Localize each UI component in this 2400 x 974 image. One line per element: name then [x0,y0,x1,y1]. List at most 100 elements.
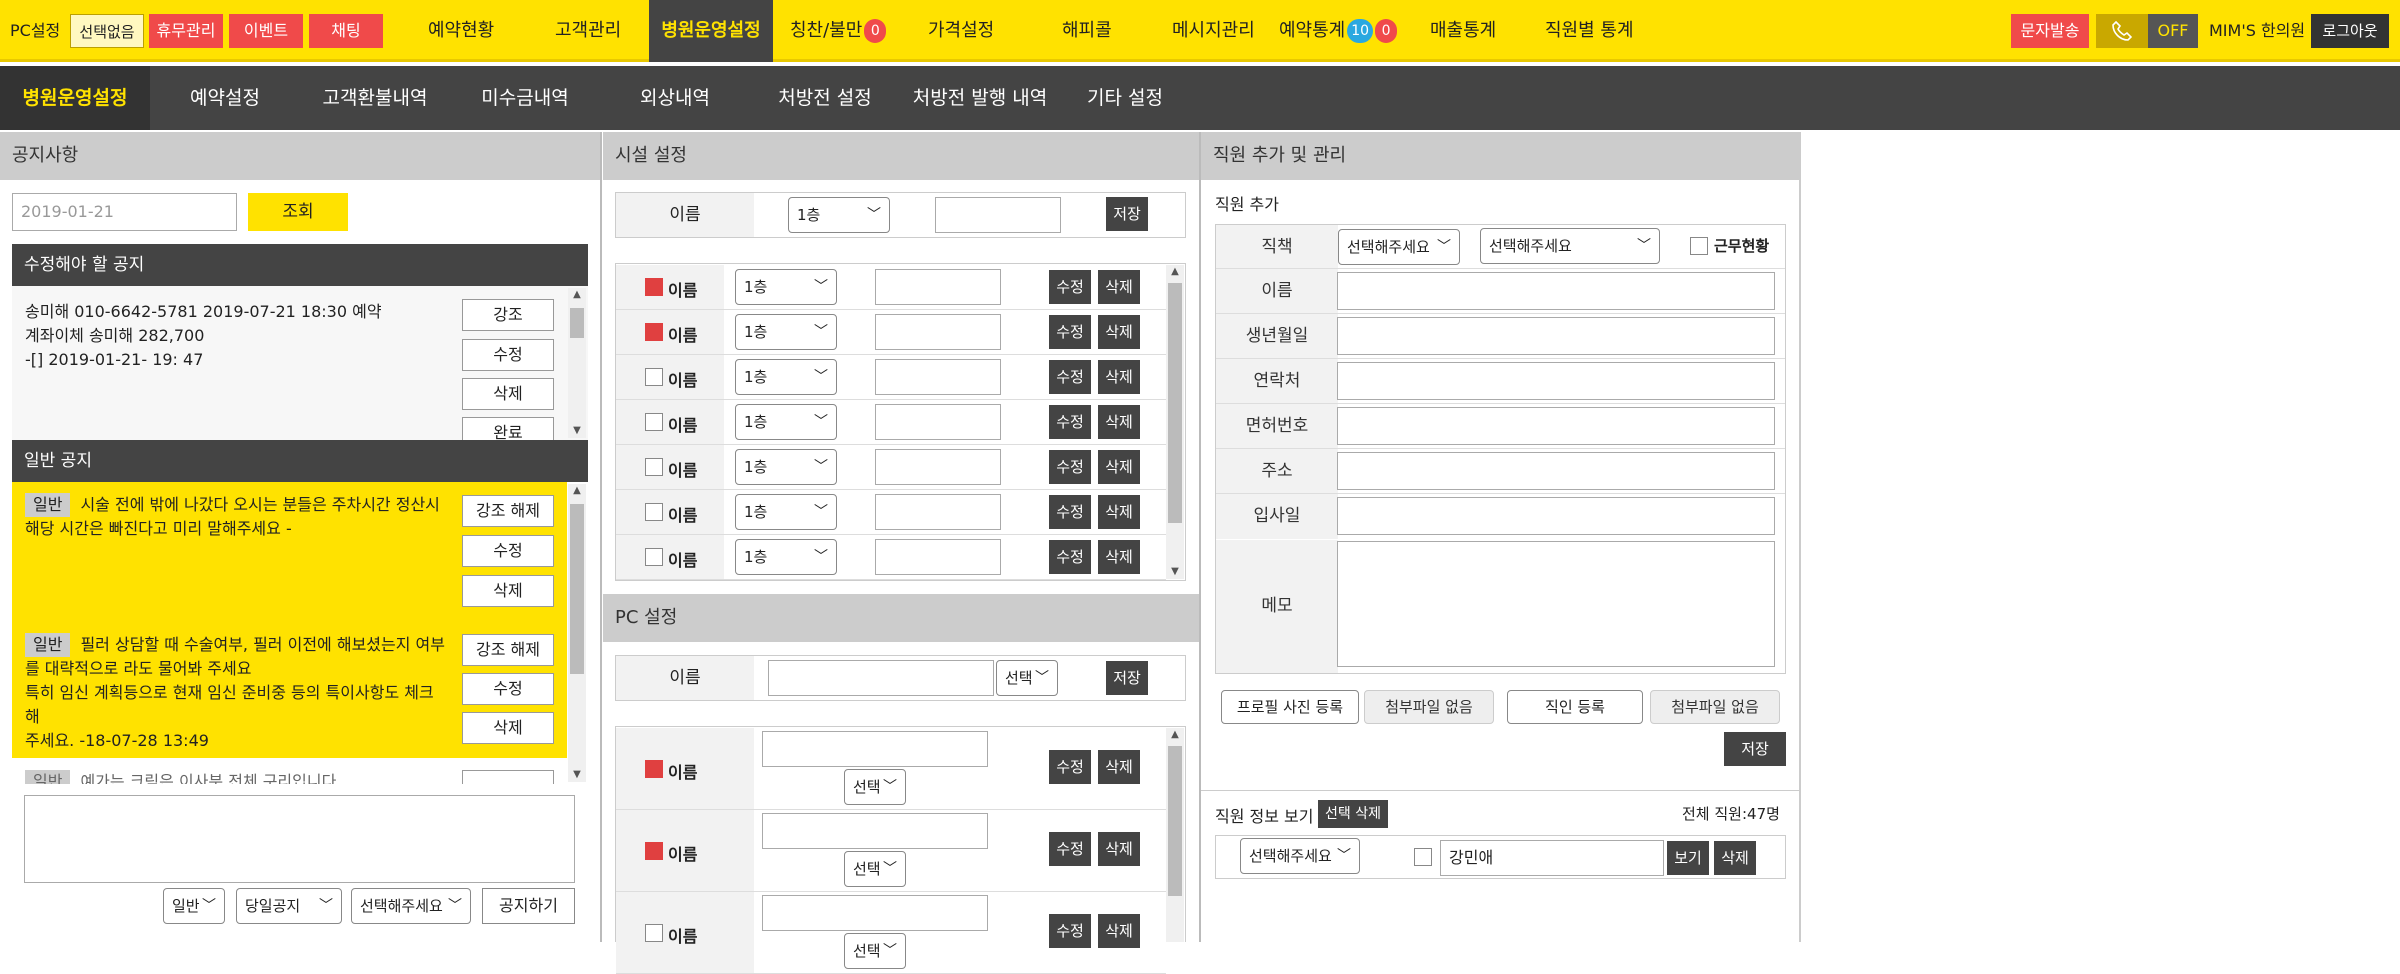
facility-floor-select[interactable]: 1층 ﹀ [735,314,837,350]
edit-notice-scrollbar[interactable]: ▲ ▼ [568,288,586,438]
subnav-prescription[interactable]: 처방전 설정 [775,66,875,130]
nav-hospital-setting[interactable]: 병원운영설정 [649,0,773,62]
facility-edit-button[interactable]: 수정 [1049,405,1091,439]
nav-praise[interactable]: 칭찬/불만 0 [790,0,887,62]
facility-checkbox[interactable] [645,548,663,566]
scroll-down-icon[interactable]: ▼ [1166,565,1184,579]
facility-edit-button[interactable]: 수정 [1049,315,1091,349]
profile-photo-button[interactable]: 프로필 사진 등록 [1221,690,1359,724]
select-delete-button[interactable]: 선택 삭제 [1318,800,1388,828]
staff-field-input[interactable] [1337,272,1775,310]
chat-button[interactable]: 채팅 [309,14,383,48]
staff-list-select[interactable]: 선택해주세요 ﹀ [1240,838,1360,874]
pc-row-input[interactable] [762,895,988,931]
unemphasize-button[interactable]: 강조 해제 [462,495,554,527]
subnav-refund[interactable]: 고객환불내역 [310,66,440,130]
sms-button[interactable]: 문자발송 [2011,14,2089,48]
facility-delete-button[interactable]: 삭제 [1098,450,1140,484]
delete-button[interactable]: 삭제 [462,712,554,744]
pc-row-input[interactable] [762,813,988,849]
nav-customer[interactable]: 고객관리 [555,0,621,62]
edit-button[interactable]: 수정 [462,339,554,371]
facility-floor-select[interactable]: 1층 ﹀ [735,359,837,395]
logout-button[interactable]: 로그아웃 [2311,14,2389,48]
subnav-unpaid[interactable]: 미수금내역 [475,66,575,130]
holiday-button[interactable]: 휴무관리 [149,14,223,48]
pc-scrollbar[interactable]: ▲ [1166,728,1184,942]
scroll-down-icon[interactable]: ▼ [568,424,586,438]
scroll-thumb[interactable] [1168,746,1182,896]
scroll-down-icon[interactable]: ▼ [568,768,586,782]
emphasize-button[interactable]: 강조 [462,299,554,331]
unemphasize-button[interactable]: 강조 해제 [462,634,554,666]
facility-delete-button[interactable]: 삭제 [1098,540,1140,574]
facility-checkbox[interactable] [645,503,663,521]
facility-edit-button[interactable]: 수정 [1049,360,1091,394]
staff-member-name[interactable]: 강민애 [1440,840,1664,876]
pc-row-select[interactable]: 선택 ﹀ [844,769,906,805]
facility-checkbox[interactable] [645,458,663,476]
pc-edit-button[interactable]: 수정 [1049,750,1091,784]
facility-scrollbar[interactable]: ▲ ▼ [1166,265,1184,579]
subnav-reservation[interactable]: 예약설정 [180,66,270,130]
facility-floor-select[interactable]: 1층 ﹀ [735,494,837,530]
facility-row-input[interactable] [875,404,1001,440]
memo-textarea[interactable] [1337,541,1775,667]
delete-button[interactable]: 삭제 [462,378,554,410]
post-notice-button[interactable]: 공지하기 [482,888,575,924]
pc-delete-button[interactable]: 삭제 [1098,914,1140,948]
facility-delete-button[interactable]: 삭제 [1098,495,1140,529]
facility-save-button[interactable]: 저장 [1106,197,1148,231]
pc-edit-button[interactable]: 수정 [1049,832,1091,866]
nav-message[interactable]: 메시지관리 [1172,0,1255,62]
event-button[interactable]: 이벤트 [229,14,303,48]
staff-field-input[interactable] [1337,452,1775,490]
facility-checkbox[interactable] [645,413,663,431]
pc-row-select[interactable]: 선택 ﹀ [844,933,906,969]
nav-reservation-stats[interactable]: 예약통계 10 0 [1279,0,1398,62]
pc-edit-button[interactable]: 수정 [1049,914,1091,948]
nav-price[interactable]: 가격설정 [928,0,994,62]
staff-field-input[interactable] [1337,407,1775,445]
facility-checkbox[interactable] [645,368,663,386]
staff-field-input[interactable] [1337,317,1775,355]
scroll-up-icon[interactable]: ▲ [1166,265,1184,279]
facility-delete-button[interactable]: 삭제 [1098,315,1140,349]
pc-checkbox[interactable] [645,842,663,860]
scroll-thumb[interactable] [570,308,584,338]
staff-save-button[interactable]: 저장 [1724,732,1786,766]
floor-select[interactable]: 1층 ﹀ [788,197,890,233]
phone-icon[interactable] [2096,14,2148,48]
facility-delete-button[interactable]: 삭제 [1098,405,1140,439]
general-notice-scrollbar[interactable]: ▲ ▼ [568,484,586,782]
facility-floor-select[interactable]: 1층 ﹀ [735,449,837,485]
facility-row-input[interactable] [875,494,1001,530]
pc-save-button[interactable]: 저장 [1106,661,1148,695]
pc-delete-button[interactable]: 삭제 [1098,750,1140,784]
scroll-thumb[interactable] [570,504,584,674]
delete-button[interactable]: 삭제 [462,575,554,607]
scroll-up-icon[interactable]: ▲ [568,484,586,498]
scroll-up-icon[interactable]: ▲ [1166,728,1184,742]
subnav-etc[interactable]: 기타 설정 [1085,66,1165,130]
position-select[interactable]: 선택해주세요 ﹀ [1338,229,1460,265]
pc-checkbox[interactable] [645,924,663,942]
subnav-credit[interactable]: 외상내역 [625,66,725,130]
subnav-prescription-history[interactable]: 처방전 발행 내역 [905,66,1055,130]
facility-name-input[interactable] [935,197,1061,233]
staff-field-input[interactable] [1337,497,1775,535]
facility-edit-button[interactable]: 수정 [1049,270,1091,304]
staff-field-input[interactable] [1337,362,1775,400]
working-checkbox[interactable] [1690,237,1708,255]
facility-checkbox[interactable] [645,323,663,341]
notice-who-select[interactable]: 선택해주세요 ﹀ [351,888,471,924]
facility-floor-select[interactable]: 1층 ﹀ [735,269,837,305]
subnav-hospital[interactable]: 병원운영설정 [0,66,150,130]
pc-delete-button[interactable]: 삭제 [1098,832,1140,866]
facility-edit-button[interactable]: 수정 [1049,495,1091,529]
nav-happycall[interactable]: 해피콜 [1062,0,1112,62]
unemphasize-button[interactable] [462,770,554,784]
nav-reservation[interactable]: 예약현황 [428,0,494,62]
staff-view-button[interactable]: 보기 [1667,841,1709,875]
facility-delete-button[interactable]: 삭제 [1098,270,1140,304]
